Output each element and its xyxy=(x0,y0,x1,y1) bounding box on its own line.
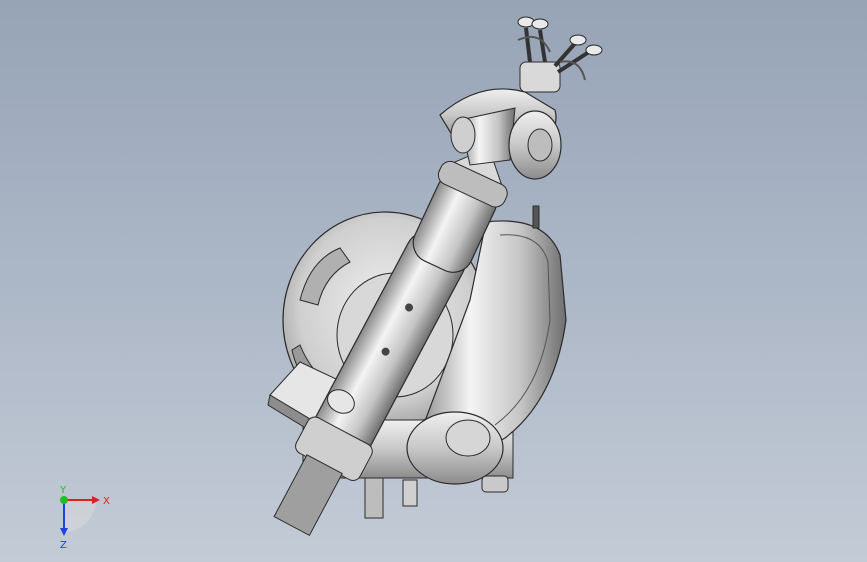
robot-arm-model[interactable] xyxy=(0,0,867,562)
triad-axes: X Y Z xyxy=(59,485,110,551)
z-axis-label: Z xyxy=(60,540,67,550)
graphics-viewport[interactable]: X Y Z xyxy=(0,0,867,562)
y-axis-dot-icon xyxy=(60,496,68,504)
coordinate-triad: X Y Z xyxy=(44,480,114,551)
x-axis-arrow-icon xyxy=(92,496,100,504)
z-axis-arrow-icon xyxy=(60,528,68,536)
gripper-head[interactable] xyxy=(517,16,603,93)
y-axis-label: Y xyxy=(59,485,67,496)
elbow-joint[interactable] xyxy=(406,411,504,485)
x-axis-label: X xyxy=(103,496,110,507)
